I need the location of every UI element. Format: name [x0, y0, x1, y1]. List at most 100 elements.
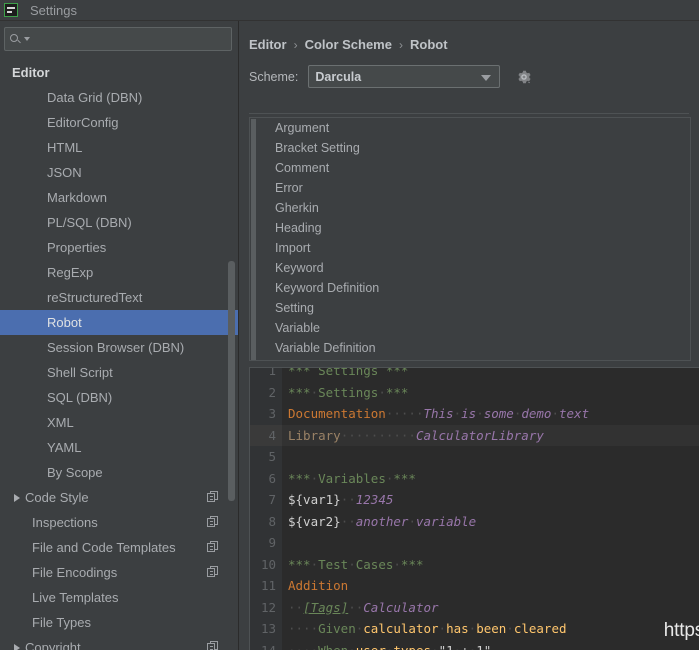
- code-token: "1: [438, 642, 454, 650]
- settings-body: Editor Data Grid (DBN) EditorConfig HTML JSO…: [0, 21, 699, 650]
- search-input[interactable]: [30, 31, 226, 47]
- copy-icon[interactable]: [207, 641, 218, 650]
- sidebar-item-json[interactable]: JSON: [0, 160, 238, 185]
- sidebar-item-editorconfig[interactable]: EditorConfig: [0, 110, 238, 135]
- code-content: Library··········CalculatorLibrary: [282, 425, 544, 447]
- sidebar-item-inspections[interactable]: Inspections: [0, 510, 238, 535]
- sidebar-scrollbar[interactable]: [228, 261, 235, 501]
- sidebar-item-label: PL/SQL (DBN): [47, 215, 132, 230]
- code-line: 6 ***·Variables·***: [250, 467, 699, 489]
- sidebar-item-yaml[interactable]: YAML: [0, 435, 238, 460]
- breadcrumb-item-color-scheme[interactable]: Color Scheme: [305, 37, 392, 52]
- sidebar-item-pl-sql-dbn[interactable]: PL/SQL (DBN): [0, 210, 238, 235]
- code-token: demo: [521, 406, 552, 421]
- window-title: Settings: [30, 2, 77, 18]
- code-token: calculator: [363, 621, 439, 636]
- sidebar-item-robot[interactable]: Robot: [0, 310, 238, 335]
- copy-icon[interactable]: [207, 566, 218, 578]
- attribute-item-keyword-definition[interactable]: Keyword Definition: [250, 278, 690, 298]
- code-line: 14 ····When·user·types·"1·+·1": [250, 639, 699, 650]
- attribute-item-variable-definition[interactable]: Variable Definition: [250, 338, 690, 358]
- code-token: 1": [476, 642, 492, 650]
- sidebar-item-label: reStructuredText: [47, 290, 143, 305]
- sidebar-item-label: EditorConfig: [47, 115, 119, 130]
- code-content: ***·Test·Cases·***: [282, 554, 424, 576]
- line-number: 10: [250, 553, 282, 575]
- sidebar-item-file-encodings[interactable]: File Encodings: [0, 560, 238, 585]
- code-token: Test: [318, 556, 349, 572]
- code-token: has: [446, 621, 469, 636]
- search-box[interactable]: [4, 27, 232, 51]
- sidebar-item-regexp[interactable]: RegExp: [0, 260, 238, 285]
- expand-arrow-icon[interactable]: [14, 493, 20, 502]
- copy-icon[interactable]: [207, 541, 218, 553]
- gear-icon[interactable]: [516, 69, 532, 85]
- sidebar-item-session-browser-dbn[interactable]: Session Browser (DBN): [0, 335, 238, 360]
- code-line: 13 ····Given·calculator·has·been·cleared: [250, 618, 699, 640]
- attribute-item-error[interactable]: Error: [250, 178, 690, 198]
- sidebar-item-label: File and Code Templates: [32, 540, 176, 555]
- code-token: another: [355, 513, 409, 529]
- sidebar-item-file-types[interactable]: File Types: [0, 610, 238, 635]
- code-token: ***: [288, 556, 311, 572]
- code-token: user: [355, 642, 386, 650]
- attribute-item-heading[interactable]: Heading: [250, 218, 690, 238]
- line-number: 12: [250, 596, 282, 618]
- breadcrumb-item-robot[interactable]: Robot: [410, 37, 448, 52]
- sidebar-item-live-templates[interactable]: Live Templates: [0, 585, 238, 610]
- sidebar-item-label: Robot: [47, 315, 82, 330]
- sidebar-item-by-scope[interactable]: By Scope: [0, 460, 238, 485]
- sidebar-item-label: Copyright: [25, 640, 81, 650]
- code-token: When: [318, 642, 349, 650]
- attribute-item-import[interactable]: Import: [250, 238, 690, 258]
- sidebar-item-label: Properties: [47, 240, 107, 255]
- code-token: ····: [288, 621, 319, 636]
- code-content: ····Given·calculator·has·been·cleared: [282, 618, 567, 640]
- copy-icon[interactable]: [207, 516, 218, 528]
- sidebar-item-properties[interactable]: Properties: [0, 235, 238, 260]
- code-content: *** Settings ***: [282, 367, 409, 382]
- attribute-item-keyword[interactable]: Keyword: [250, 258, 690, 278]
- sidebar-item-code-style[interactable]: Code Style: [0, 485, 238, 510]
- sidebar-item-file-and-code-templates[interactable]: File and Code Templates: [0, 535, 238, 560]
- code-line: 7 ${var1}··12345: [250, 489, 699, 511]
- code-line: 5: [250, 446, 699, 468]
- attribute-item-setting[interactable]: Setting: [250, 298, 690, 318]
- code-token: ·: [506, 621, 514, 636]
- sidebar-item-shell-script[interactable]: Shell Script: [0, 360, 238, 385]
- sidebar-item-editor[interactable]: Editor: [0, 60, 238, 85]
- attribute-item-argument[interactable]: Argument: [250, 118, 690, 138]
- attribute-item-comment[interactable]: Comment: [250, 158, 690, 178]
- sidebar-item-label: HTML: [47, 140, 83, 155]
- line-number: 1: [250, 368, 282, 382]
- code-content: ····When·user·types·"1·+·1": [282, 640, 491, 650]
- sidebar-item-label: Shell Script: [47, 365, 113, 380]
- expand-arrow-icon[interactable]: [14, 643, 20, 650]
- sidebar-item-data-grid-dbn[interactable]: Data Grid (DBN): [0, 85, 238, 110]
- code-token: *** Settings ***: [288, 367, 409, 378]
- sidebar-item-copyright[interactable]: Copyright: [0, 635, 238, 650]
- sidebar-item-restructuredtext[interactable]: reStructuredText: [0, 285, 238, 310]
- code-token: ·: [476, 406, 484, 421]
- color-attributes-panel: Argument Bracket Setting Comment Error Gherk…: [249, 117, 691, 361]
- line-number: 5: [250, 446, 282, 468]
- code-content: Documentation·····This·is·some·demo·text: [282, 403, 589, 425]
- settings-tree: Editor Data Grid (DBN) EditorConfig HTML JSO…: [0, 60, 238, 650]
- attribute-item-gherkin[interactable]: Gherkin: [250, 198, 690, 218]
- breadcrumb-item-editor[interactable]: Editor: [249, 37, 287, 52]
- sidebar-item-sql-dbn[interactable]: SQL (DBN): [0, 385, 238, 410]
- attribute-item-variable[interactable]: Variable: [250, 318, 690, 338]
- sidebar-item-markdown[interactable]: Markdown: [0, 185, 238, 210]
- scheme-select[interactable]: Darcula: [308, 65, 501, 88]
- attribute-item-bracket-setting[interactable]: Bracket Setting: [250, 138, 690, 158]
- code-token: ***: [393, 470, 416, 486]
- sidebar-item-xml[interactable]: XML: [0, 410, 238, 435]
- copy-icon[interactable]: [207, 491, 218, 503]
- sidebar-item-html[interactable]: HTML: [0, 135, 238, 160]
- code-preview-panel[interactable]: 1 *** Settings *** 2 ***·Settings·*** 3 Docum…: [249, 367, 699, 650]
- ide-app-icon: [4, 3, 18, 17]
- breadcrumb-separator: ›: [398, 37, 403, 52]
- attributes-scrollbar[interactable]: [251, 119, 256, 360]
- code-token: ·: [348, 556, 356, 572]
- sidebar-search-row: [0, 21, 238, 51]
